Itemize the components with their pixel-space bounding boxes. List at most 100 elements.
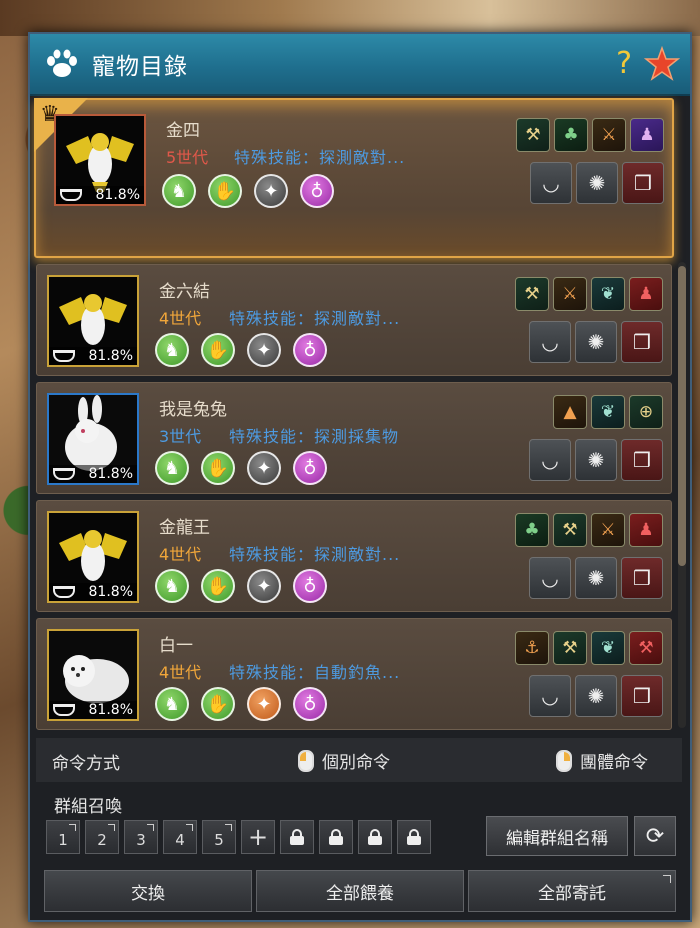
edit-group-name-button[interactable]: 編輯群組名稱 (486, 816, 628, 856)
feed-all-button[interactable]: 全部餵養 (256, 870, 464, 912)
potion-icon[interactable]: ♁ (300, 174, 334, 208)
fishing-rod-icon[interactable]: ⚓ (515, 631, 549, 665)
seal-box-button[interactable]: ❒ (621, 557, 663, 599)
axe-icon[interactable]: ⚔ (553, 277, 587, 311)
potion-icon[interactable]: ♁ (293, 333, 327, 367)
refresh-icon[interactable]: ⟳ (634, 816, 676, 856)
pickaxe-red-icon[interactable]: ⚒ (629, 631, 663, 665)
compass-icon[interactable]: ✦ (247, 569, 281, 603)
pet-skill-icons: ⚒ ⚔ ❦ ♟ (515, 277, 663, 311)
lock-icon[interactable] (280, 820, 314, 854)
group-command[interactable]: 團體命令 (556, 748, 648, 773)
follow-icon[interactable]: ♞ (155, 451, 189, 485)
wing-icon[interactable]: ❦ (591, 395, 625, 429)
add-group-button[interactable]: + (241, 820, 275, 854)
pet-portrait[interactable]: 81.8% (47, 275, 139, 367)
hand-icon[interactable]: ✋ (201, 451, 235, 485)
follow-icon[interactable]: ♞ (162, 174, 196, 208)
group-slot-4[interactable]: 4 (163, 820, 197, 854)
wing-icon[interactable]: ❦ (591, 277, 625, 311)
pet-portrait[interactable]: 81.8% (47, 629, 139, 721)
wing-icon[interactable]: ❦ (591, 631, 625, 665)
follow-icon[interactable]: ♞ (155, 333, 189, 367)
group-command-label: 團體命令 (580, 753, 648, 773)
group-summon-label: 群組召喚 (54, 797, 122, 817)
pickaxe-icon[interactable]: ⚒ (553, 631, 587, 665)
follow-icon[interactable]: ♞ (155, 687, 189, 721)
deposit-all-button[interactable]: 全部寄託 (468, 870, 676, 912)
help-button[interactable]: ? (616, 46, 632, 81)
pet-card[interactable]: 81.8% 白一 4世代 特殊技能：自動釣魚... ♞ ✋ ✦ ♁ ⚓ ⚒ ❦ … (36, 618, 672, 730)
seal-box-button[interactable]: ❒ (621, 675, 663, 717)
individual-command[interactable]: 個別命令 (298, 748, 390, 773)
pickaxe-icon[interactable]: ⚒ (515, 277, 549, 311)
paw-info-button[interactable]: ✺ (575, 557, 617, 599)
pet-portrait[interactable]: 81.8% (47, 511, 139, 603)
command-mode-label: 命令方式 (52, 754, 120, 774)
pet-special-skill: 特殊技能：探測敵對... (229, 545, 401, 564)
group-slot-3[interactable]: 3 (124, 820, 158, 854)
pickaxe-icon[interactable]: ⚒ (553, 513, 587, 547)
paw-info-button[interactable]: ✺ (575, 439, 617, 481)
compass-icon[interactable]: ✦ (247, 451, 281, 485)
favorite-star-icon[interactable] (643, 45, 681, 82)
group-slot-2[interactable]: 2 (85, 820, 119, 854)
pet-behavior-buttons: ♞ ✋ ✦ ♁ (155, 687, 327, 721)
lock-icon[interactable] (358, 820, 392, 854)
hand-icon[interactable]: ✋ (201, 569, 235, 603)
feed-bowl-button[interactable]: ◡ (530, 162, 572, 204)
pet-card[interactable]: 81.8% 金六結 4世代 特殊技能：探測敵對... ♞ ✋ ✦ ♁ ⚒ ⚔ ❦… (36, 264, 672, 376)
clover-icon[interactable]: ♣ (554, 118, 588, 152)
individual-command-label: 個別命令 (322, 753, 390, 773)
pickaxe-icon[interactable]: ⚒ (516, 118, 550, 152)
paw-icon (44, 46, 80, 82)
pet-card[interactable]: 81.8% 我是兔兔 3世代 特殊技能：探測採集物 ♞ ✋ ✦ ♁ ▲ ❦ ⊕ … (36, 382, 672, 494)
hand-icon[interactable]: ✋ (201, 333, 235, 367)
hunger-percent: 81.8% (88, 348, 133, 364)
potion-icon[interactable]: ♁ (293, 569, 327, 603)
feed-bowl-button[interactable]: ◡ (529, 675, 571, 717)
group-slot-5[interactable]: 5 (202, 820, 236, 854)
pet-list-window: 寵物目錄 ? ♛ 81.8% 金四 5世代 特殊技能：探測敵對... ♞ ✋ ✦… (28, 32, 692, 922)
pet-generation: 3世代 (159, 427, 202, 446)
pet-portrait[interactable]: 81.8% (54, 114, 146, 206)
pet-special-skill: 特殊技能：探測採集物 (229, 427, 400, 446)
hand-icon[interactable]: ✋ (201, 687, 235, 721)
pet-portrait[interactable]: 81.8% (47, 393, 139, 485)
mouse-left-click-icon (298, 749, 314, 772)
seal-box-button[interactable]: ❒ (621, 321, 663, 363)
scrollbar-thumb[interactable] (678, 266, 686, 566)
paw-info-button[interactable]: ✺ (575, 675, 617, 717)
red-people-icon[interactable]: ♟ (629, 513, 663, 547)
crosshair-icon[interactable]: ⊕ (629, 395, 663, 429)
hand-icon[interactable]: ✋ (208, 174, 242, 208)
pet-card[interactable]: ♛ 81.8% 金四 5世代 特殊技能：探測敵對... ♞ ✋ ✦ ♁ ⚒ ♣ … (34, 98, 674, 258)
purple-people-icon[interactable]: ♟ (630, 118, 664, 152)
axe-icon[interactable]: ⚔ (591, 513, 625, 547)
group-slot-1[interactable]: 1 (46, 820, 80, 854)
axe-icon[interactable]: ⚔ (592, 118, 626, 152)
exchange-button[interactable]: 交換 (44, 870, 252, 912)
compass-icon[interactable]: ✦ (254, 174, 288, 208)
paw-info-button[interactable]: ✺ (575, 321, 617, 363)
potion-icon[interactable]: ♁ (293, 451, 327, 485)
follow-icon[interactable]: ♞ (155, 569, 189, 603)
red-people-icon[interactable]: ♟ (629, 277, 663, 311)
seal-box-button[interactable]: ❒ (622, 162, 664, 204)
pet-list[interactable]: ♛ 81.8% 金四 5世代 特殊技能：探測敵對... ♞ ✋ ✦ ♁ ⚒ ♣ … (34, 96, 676, 732)
lock-icon[interactable] (397, 820, 431, 854)
hunger-percent: 81.8% (88, 584, 133, 600)
compass-icon[interactable]: ✦ (247, 687, 281, 721)
feed-bowl-button[interactable]: ◡ (529, 321, 571, 363)
feed-bowl-button[interactable]: ◡ (529, 439, 571, 481)
feed-bowl-button[interactable]: ◡ (529, 557, 571, 599)
compass-icon[interactable]: ✦ (247, 333, 281, 367)
lock-icon[interactable] (319, 820, 353, 854)
pet-card[interactable]: 81.8% 金龍王 4世代 特殊技能：探測敵對... ♞ ✋ ✦ ♁ ♣ ⚒ ⚔… (36, 500, 672, 612)
title-bar[interactable]: 寵物目錄 ? (30, 34, 690, 96)
campfire-icon[interactable]: ▲ (553, 395, 587, 429)
clover-icon[interactable]: ♣ (515, 513, 549, 547)
seal-box-button[interactable]: ❒ (621, 439, 663, 481)
potion-icon[interactable]: ♁ (293, 687, 327, 721)
paw-info-button[interactable]: ✺ (576, 162, 618, 204)
